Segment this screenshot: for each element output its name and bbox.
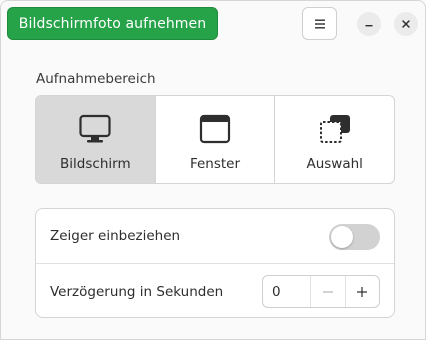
header-bar: Bildschirmfoto aufnehmen bbox=[1, 1, 425, 47]
selection-icon bbox=[318, 114, 352, 144]
menu-button[interactable] bbox=[302, 7, 337, 40]
capture-button[interactable]: Bildschirmfoto aufnehmen bbox=[7, 7, 218, 40]
pointer-option-label: Zeiger einbeziehen bbox=[50, 228, 181, 244]
minimize-button[interactable] bbox=[357, 12, 381, 36]
area-option-screen[interactable]: Bildschirm bbox=[36, 96, 156, 183]
area-option-window-label: Fenster bbox=[189, 156, 241, 172]
pointer-option-row: Zeiger einbeziehen bbox=[36, 209, 394, 264]
delay-option-label: Verzögerung in Sekunden bbox=[50, 283, 224, 300]
area-option-selection[interactable]: Auswahl bbox=[275, 96, 394, 183]
close-button[interactable] bbox=[394, 12, 418, 36]
area-option-selection-label: Auswahl bbox=[306, 156, 363, 172]
minimize-icon bbox=[365, 25, 373, 27]
delay-spinbutton: 0 bbox=[262, 275, 380, 308]
delay-decrement-button[interactable] bbox=[310, 276, 344, 307]
monitor-icon bbox=[78, 114, 112, 144]
capture-area-selector: Bildschirm Fenster Auswahl bbox=[35, 95, 395, 184]
plus-icon bbox=[357, 286, 368, 297]
area-option-screen-label: Bildschirm bbox=[60, 156, 131, 172]
pointer-toggle[interactable] bbox=[329, 224, 380, 250]
capture-button-label: Bildschirmfoto aufnehmen bbox=[18, 15, 207, 32]
minus-icon bbox=[322, 290, 333, 293]
close-icon bbox=[402, 20, 410, 28]
options-list: Zeiger einbeziehen Verzögerung in Sekund… bbox=[35, 208, 395, 318]
capture-area-heading: Aufnahmebereich bbox=[36, 71, 156, 87]
delay-increment-button[interactable] bbox=[344, 276, 379, 307]
window-icon bbox=[198, 114, 232, 144]
delay-option-row: Verzögerung in Sekunden 0 bbox=[36, 264, 394, 319]
hamburger-menu-icon bbox=[314, 19, 325, 28]
delay-value-input[interactable]: 0 bbox=[263, 276, 310, 307]
area-option-window[interactable]: Fenster bbox=[156, 96, 276, 183]
screenshot-window: Bildschirmfoto aufnehmen Aufnahmebereich bbox=[0, 0, 426, 340]
toggle-knob bbox=[331, 226, 353, 248]
